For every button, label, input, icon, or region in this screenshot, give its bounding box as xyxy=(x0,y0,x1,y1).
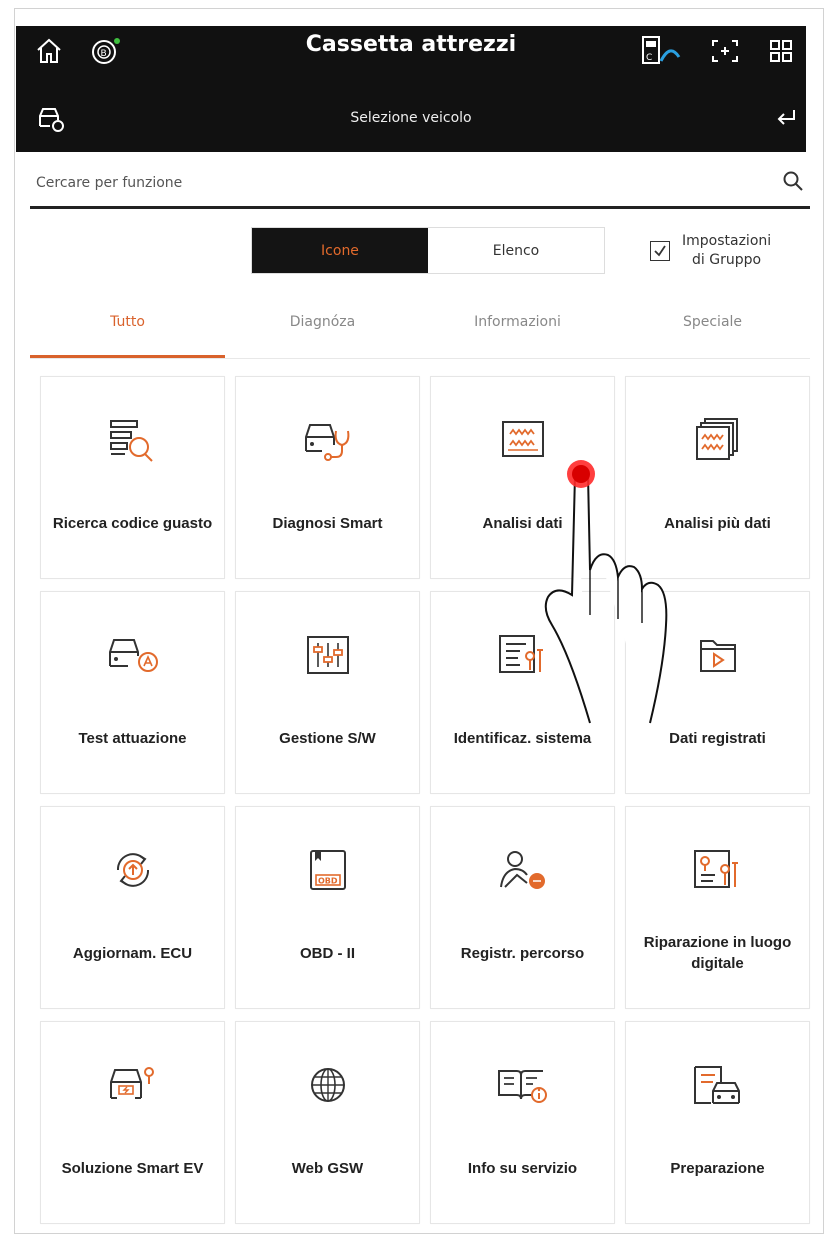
tile-actuation-test[interactable]: Test attuazione xyxy=(40,591,225,794)
search-input[interactable] xyxy=(34,166,758,200)
tile-obd[interactable]: OBD OBD - II xyxy=(235,806,420,1009)
globe-icon xyxy=(236,1060,419,1110)
function-grid: Ricerca codice guasto Diagnosi Smart Ana… xyxy=(40,376,810,1224)
actuation-test-icon xyxy=(41,630,224,680)
preparation-icon xyxy=(626,1060,809,1110)
tile-label: Gestione S/W xyxy=(279,729,376,747)
tile-smart-diagnosis[interactable]: Diagnosi Smart xyxy=(235,376,420,579)
group-settings-label-line2: di Gruppo xyxy=(692,252,762,268)
tile-smart-ev[interactable]: Soluzione Smart EV xyxy=(40,1021,225,1224)
tile-label: Diagnosi Smart xyxy=(272,514,383,532)
check-icon xyxy=(654,245,666,257)
group-settings-checkbox[interactable] xyxy=(650,241,670,261)
dtc-search-icon xyxy=(41,415,224,465)
ecu-update-icon xyxy=(41,845,224,895)
tile-label: Riparazione in luogo digitale xyxy=(643,934,792,972)
tab-informazioni[interactable]: Informazioni xyxy=(420,300,615,358)
tab-tutto[interactable]: Tutto xyxy=(30,300,225,358)
tile-web-gsw[interactable]: Web GSW xyxy=(235,1021,420,1224)
obd-badge: OBD xyxy=(318,877,338,886)
back-icon[interactable] xyxy=(772,104,802,134)
tile-label: Registr. percorso xyxy=(460,944,585,962)
grid-menu-icon[interactable] xyxy=(766,36,796,66)
tile-label: Test attuazione xyxy=(78,729,187,747)
group-settings[interactable]: Impostazioni di Gruppo xyxy=(650,226,810,276)
vehicle-selection[interactable]: Selezione veicolo xyxy=(16,110,806,126)
group-settings-label: Impostazioni di Gruppo xyxy=(682,232,771,270)
vci-connect-icon[interactable]: C xyxy=(636,32,684,72)
tile-label: Aggiornam. ECU xyxy=(72,944,193,962)
tile-service-info[interactable]: Info su servizio xyxy=(430,1021,615,1224)
tile-ecu-update[interactable]: Aggiornam. ECU xyxy=(40,806,225,1009)
route-record-icon xyxy=(431,845,614,895)
tile-label: Ricerca codice guasto xyxy=(52,514,213,532)
search-icon[interactable] xyxy=(782,170,804,196)
screenshot-icon[interactable] xyxy=(708,36,742,66)
app-title: Cassetta attrezzi xyxy=(305,32,517,57)
tile-route-record[interactable]: Registr. percorso xyxy=(430,806,615,1009)
tile-label: Preparazione xyxy=(670,1159,765,1177)
service-info-icon xyxy=(431,1060,614,1110)
smart-diagnosis-icon xyxy=(236,415,419,465)
digital-repair-icon xyxy=(626,845,809,895)
tab-diagnosi[interactable]: Diagnóza xyxy=(225,300,420,358)
tile-label: OBD - II xyxy=(300,944,355,962)
tile-dtc-search[interactable]: Ricerca codice guasto xyxy=(40,376,225,579)
sw-management-icon xyxy=(236,630,419,680)
category-tabs: Tutto Diagnóza Informazioni Speciale xyxy=(30,300,810,358)
obd-icon: OBD xyxy=(236,845,419,895)
search-bar xyxy=(30,160,810,209)
smart-ev-icon xyxy=(41,1060,224,1110)
svg-text:C: C xyxy=(646,53,652,63)
tile-digital-repair[interactable]: Riparazione in luogo digitale xyxy=(625,806,810,1009)
tile-preparation[interactable]: Preparazione xyxy=(625,1021,810,1224)
tile-label: Info su servizio xyxy=(467,1159,578,1177)
icons-view-button[interactable]: Icone xyxy=(252,228,428,273)
tabs-divider xyxy=(30,358,810,359)
header-bar: B Cassetta attrezzi C Selezione veicolo xyxy=(16,26,806,152)
view-toggle: Icone Elenco xyxy=(251,227,605,274)
group-settings-label-line1: Impostazioni xyxy=(682,233,772,249)
tap-gesture-hand-icon xyxy=(544,460,668,724)
tile-label: Web GSW xyxy=(291,1159,364,1177)
tile-label: Soluzione Smart EV xyxy=(61,1159,204,1177)
tab-speciale[interactable]: Speciale xyxy=(615,300,810,358)
list-view-button[interactable]: Elenco xyxy=(428,228,604,273)
tile-sw-management[interactable]: Gestione S/W xyxy=(235,591,420,794)
